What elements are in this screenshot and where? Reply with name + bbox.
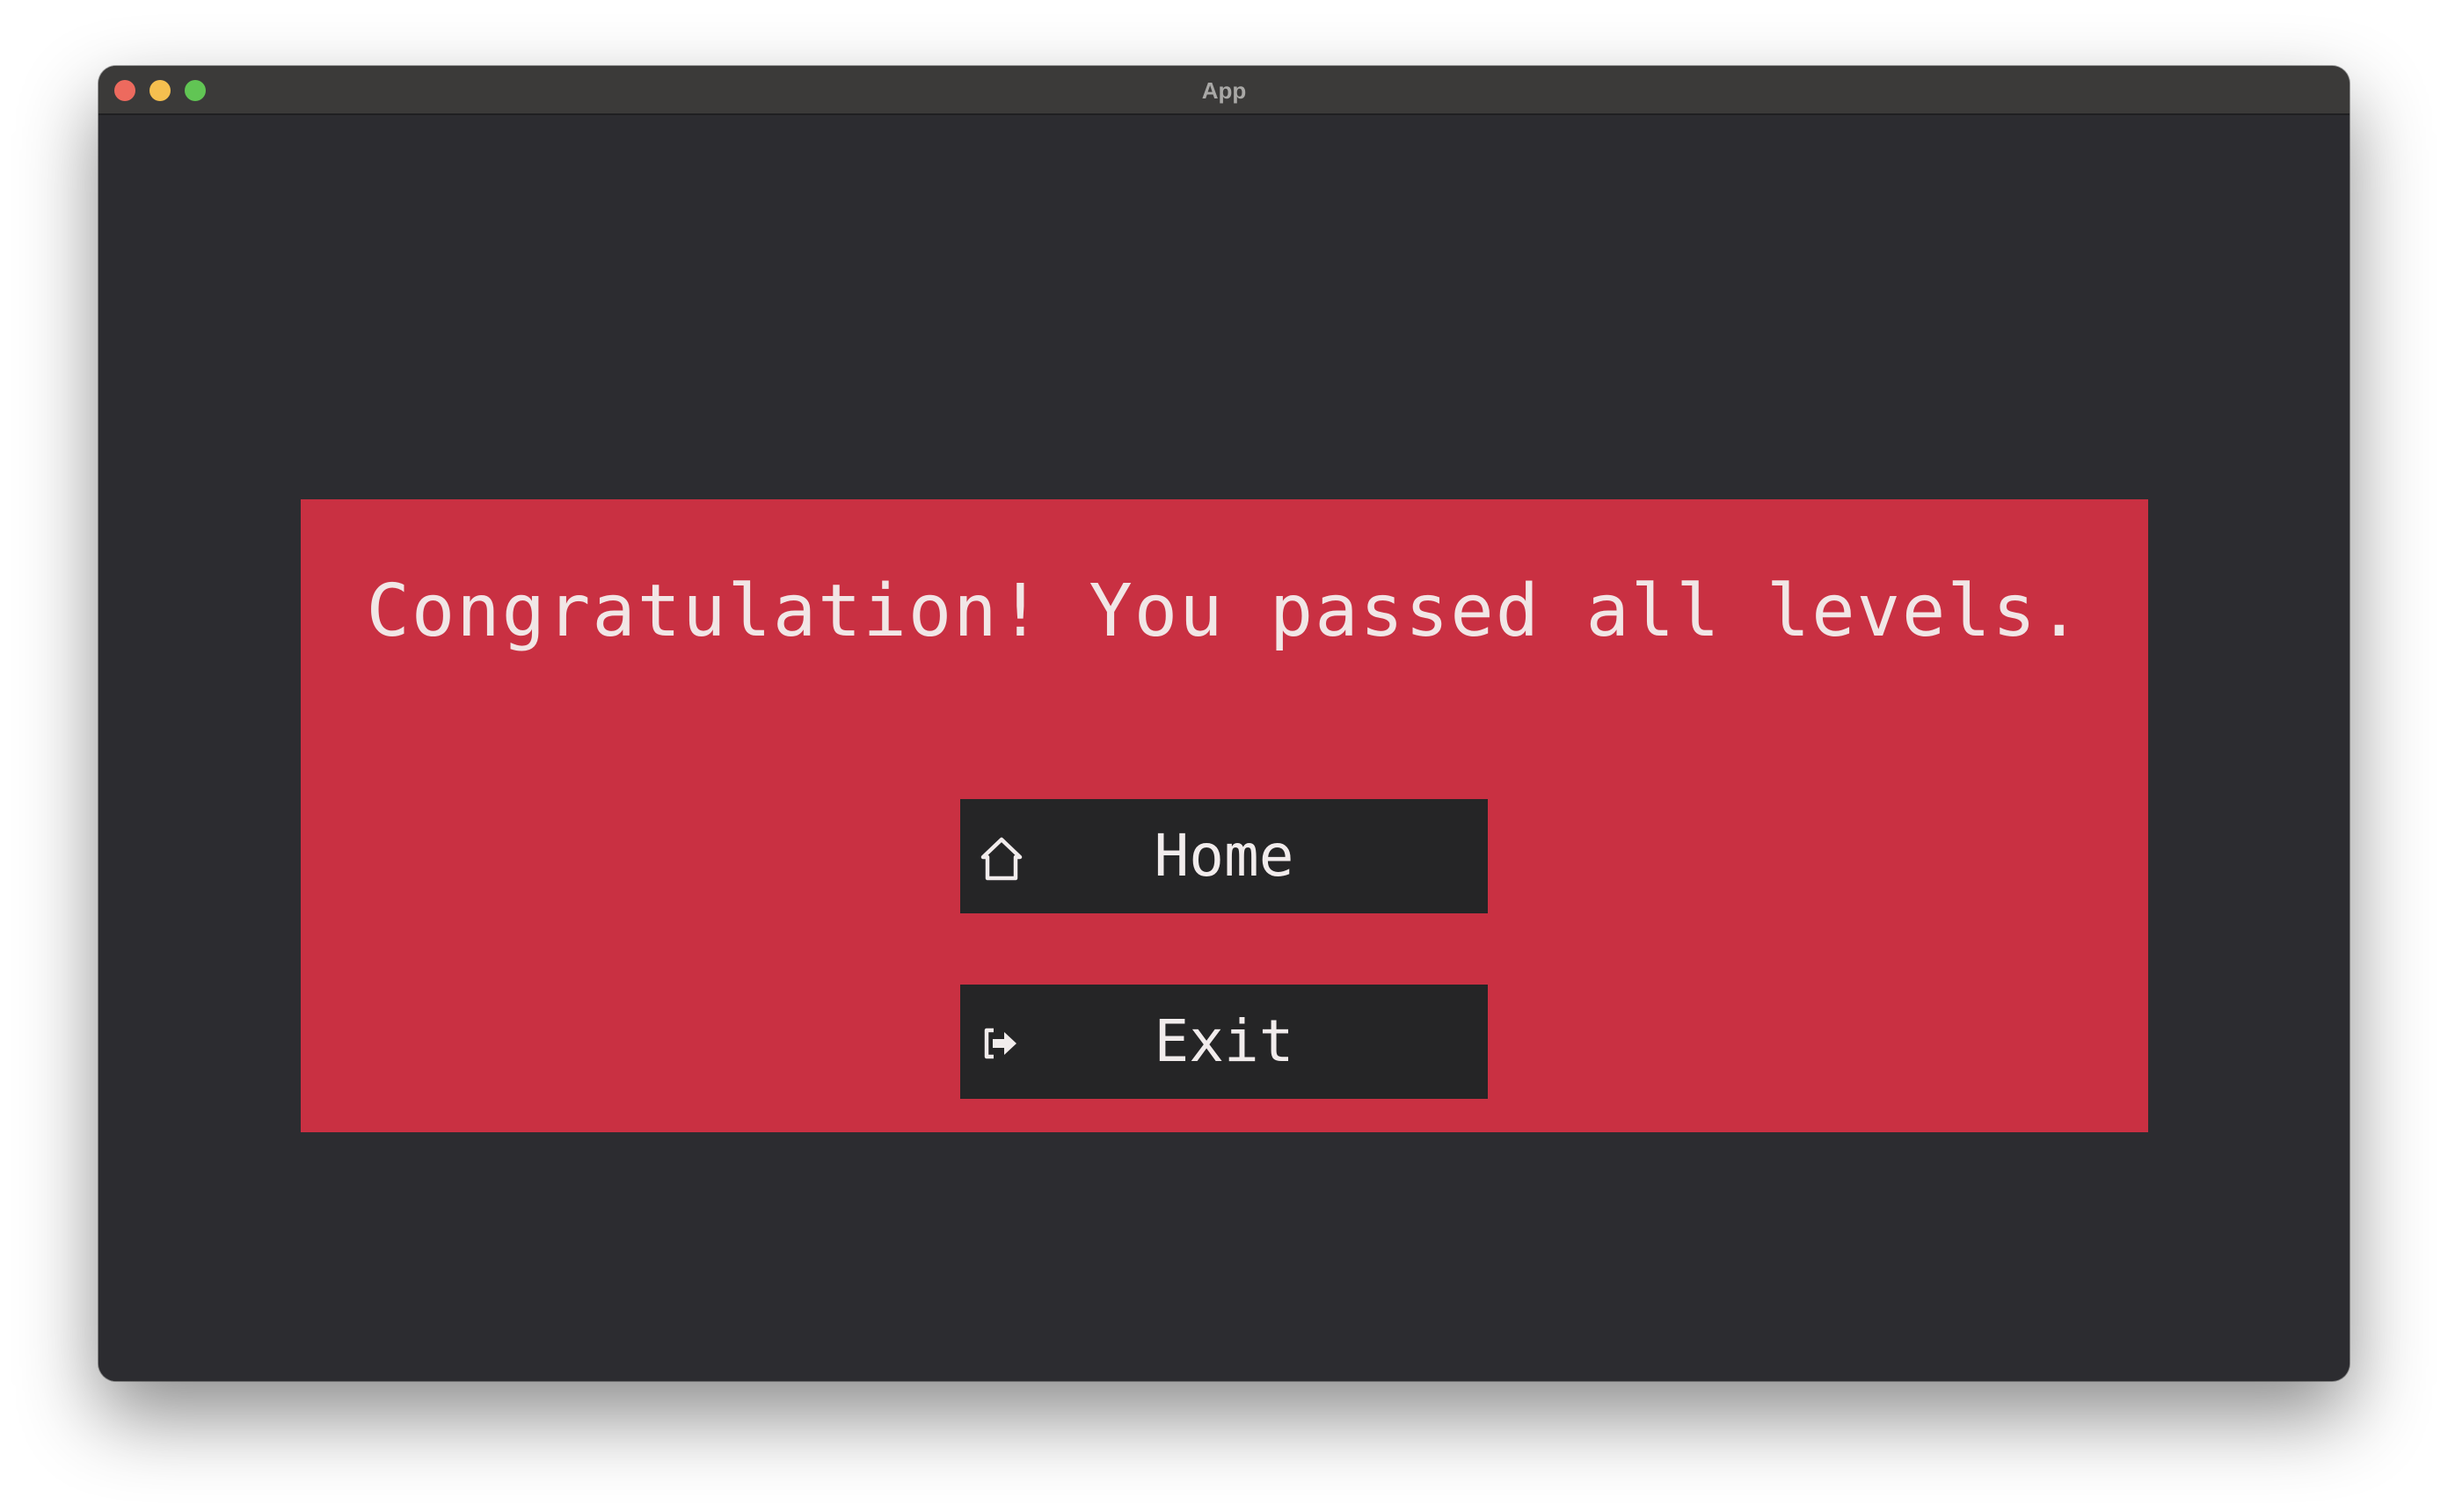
title-bar[interactable]: App <box>98 66 2350 115</box>
completion-panel: Congratulation! You passed all levels. H… <box>301 499 2148 1132</box>
app-content: Congratulation! You passed all levels. H… <box>98 115 2350 1381</box>
completion-message: Congratulation! You passed all levels. <box>366 570 2083 653</box>
window-title: App <box>1201 77 1247 104</box>
exit-button-label: Exit <box>1154 1007 1294 1075</box>
app-window: App Congratulation! You passed all level… <box>98 66 2350 1381</box>
exit-button[interactable]: Exit <box>960 985 1488 1099</box>
home-button-label: Home <box>1154 822 1294 890</box>
home-button[interactable]: Home <box>960 799 1488 913</box>
